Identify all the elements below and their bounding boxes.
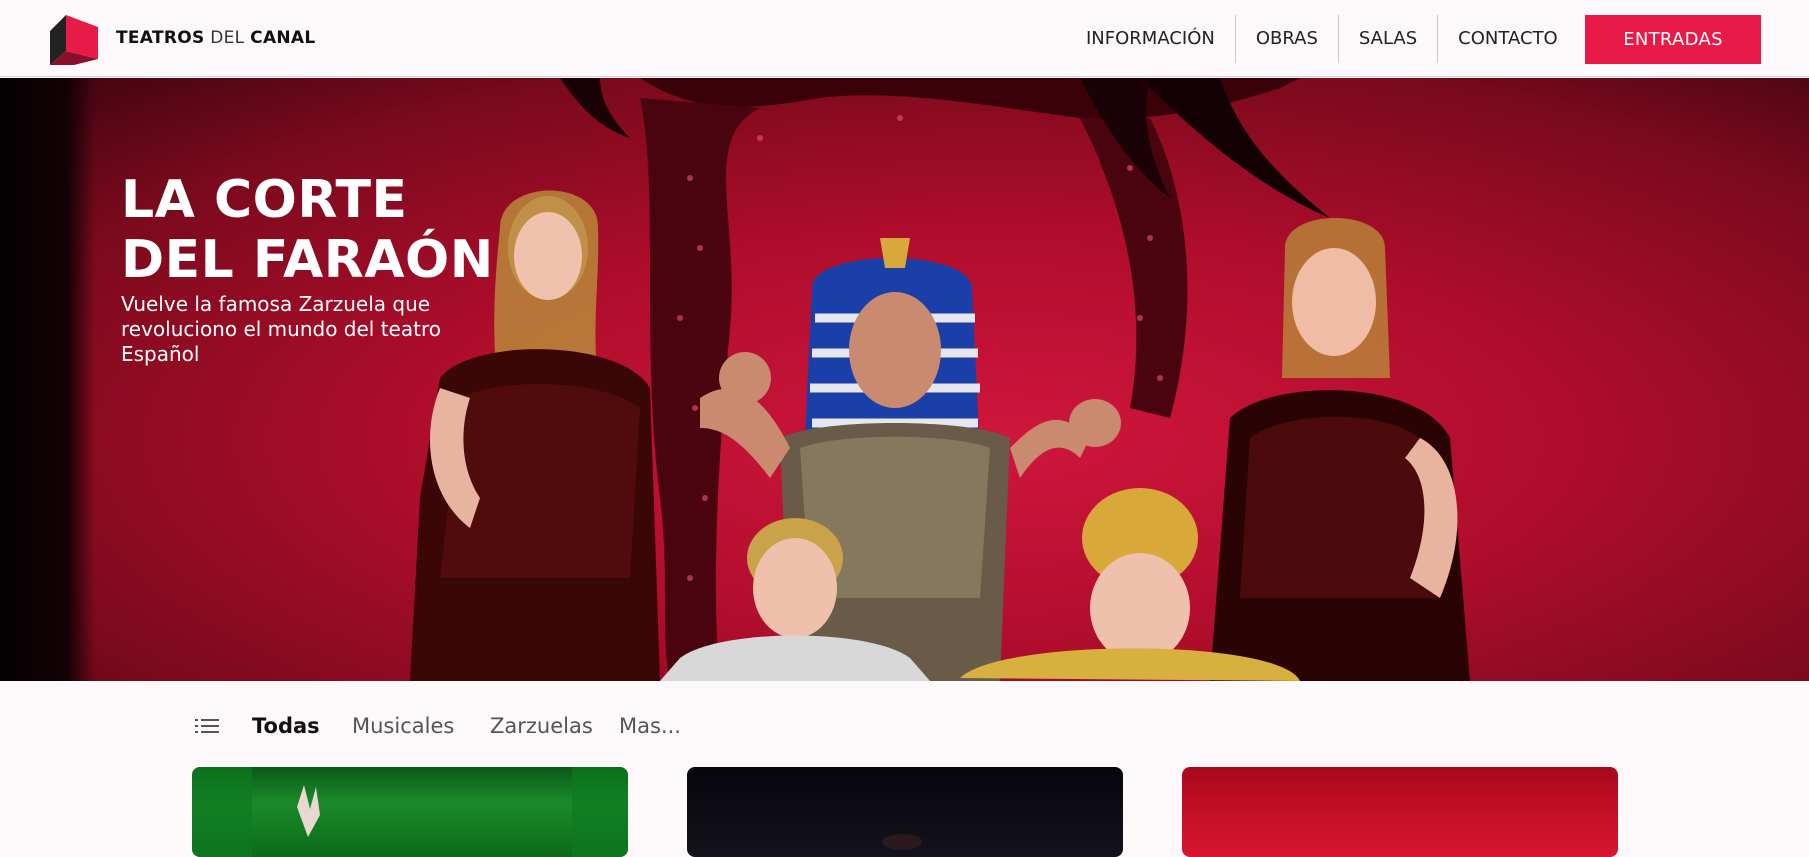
site-header: TEATROS DEL CANAL INFORMACIÓN OBRAS SALA… <box>0 0 1809 77</box>
show-card-image <box>192 767 628 857</box>
show-card[interactable] <box>192 767 628 857</box>
list-icon[interactable] <box>195 716 219 736</box>
teatros-logo-icon[interactable] <box>50 15 98 65</box>
show-card[interactable] <box>687 767 1123 857</box>
filter-todas[interactable]: Todas <box>252 714 320 738</box>
entradas-button[interactable]: ENTRADAS <box>1585 15 1761 64</box>
nav-obras[interactable]: OBRAS <box>1236 14 1338 64</box>
filter-zarzuelas[interactable]: Zarzuelas <box>490 714 593 738</box>
show-card[interactable] <box>1182 767 1618 857</box>
hero-title: LA CORTE DEL FARAÓN <box>121 170 494 290</box>
hero-left-shadow <box>0 78 95 681</box>
category-filter-bar: Todas Musicales Zarzuelas Mas... <box>0 682 1809 772</box>
nav-contacto[interactable]: CONTACTO <box>1438 14 1578 64</box>
nav-salas[interactable]: SALAS <box>1339 14 1437 64</box>
hero-stage-image <box>410 78 1470 681</box>
main-nav: INFORMACIÓN OBRAS SALAS CONTACTO <box>1066 14 1578 64</box>
brand-part-1: TEATROS <box>116 28 205 48</box>
nav-informacion[interactable]: INFORMACIÓN <box>1066 14 1235 64</box>
filter-musicales[interactable]: Musicales <box>352 714 454 738</box>
hero-banner[interactable]: LA CORTE DEL FARAÓN Vuelve la famosa Zar… <box>0 78 1809 681</box>
hero-title-line-1: LA CORTE <box>121 170 408 230</box>
brand-part-2: DEL <box>210 28 245 48</box>
brand-name[interactable]: TEATROS DEL CANAL <box>116 28 316 48</box>
hero-subtitle: Vuelve la famosa Zarzuela que revolucion… <box>121 292 441 366</box>
filter-mas[interactable]: Mas... <box>619 714 681 738</box>
hero-title-line-2: DEL FARAÓN <box>121 230 494 290</box>
show-card-image <box>882 834 922 850</box>
brand-part-3: CANAL <box>250 28 316 48</box>
